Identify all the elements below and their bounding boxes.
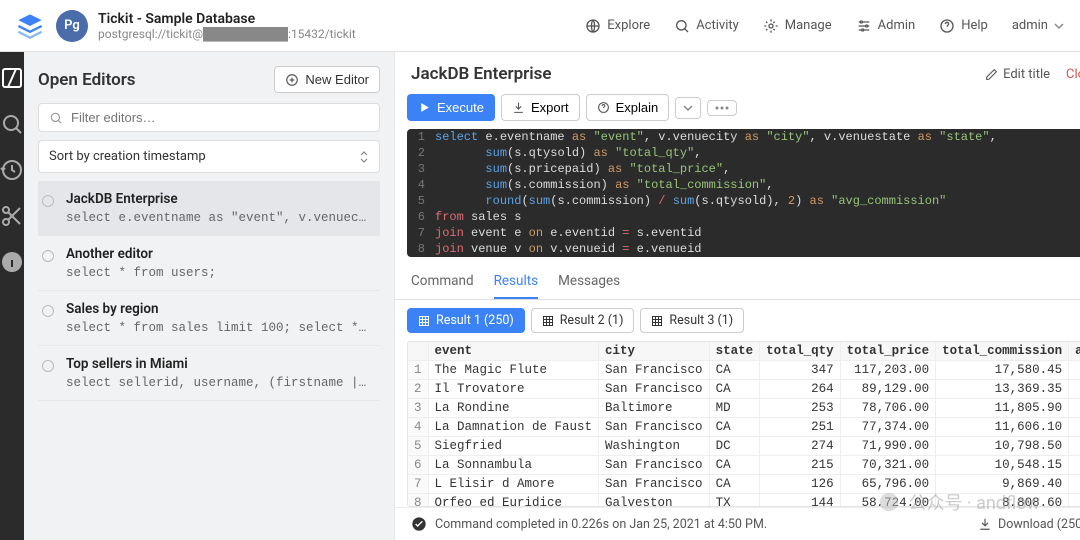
editor-list-item[interactable]: Sales by region select * from sales limi… [38,291,380,346]
column-header[interactable]: total_commission [936,342,1069,361]
filter-editors-input-wrap[interactable] [38,103,380,132]
download-icon [978,517,992,531]
close-editor-button[interactable]: Close [1066,67,1080,82]
table-icon [651,315,663,327]
rail-editors-icon[interactable] [0,66,24,90]
editor-item-name: Sales by region [66,301,372,317]
result-tab[interactable]: Result 2 (1) [531,308,635,333]
db-info: Tickit - Sample Database postgresql://ti… [98,11,356,41]
table-row[interactable]: 2 Il TrovatoreSan FranciscoCA 26489,129.… [408,380,1080,399]
tab-results[interactable]: Results [494,273,539,299]
table-icon [418,315,430,327]
editor-item-preview: select sellerid, username, (firstname ||… [66,376,372,390]
chevron-down-icon [683,103,693,113]
download-results-button[interactable]: Download (250 rows) [978,517,1080,532]
sql-editor[interactable]: 1select e.eventname as "event", v.venuec… [407,129,1080,257]
left-rail [0,52,24,540]
ellipsis-icon [715,106,729,110]
tab-messages[interactable]: Messages [558,273,620,299]
export-button[interactable]: Export [501,94,580,121]
row-number: 6 [408,456,428,475]
tab-command[interactable]: Command [411,273,474,299]
status-text: Command completed in 0.226s on Jan 25, 2… [435,517,767,532]
execute-button[interactable]: Execute [407,94,495,121]
rail-search-icon[interactable] [0,112,24,136]
editor-item-preview: select * from sales limit 100; select * … [66,321,372,335]
rail-scissors-icon[interactable] [0,204,24,228]
row-number: 8 [408,494,428,508]
search-icon [49,111,63,125]
row-number: 4 [408,418,428,437]
row-number: 7 [408,475,428,494]
table-row[interactable]: 3 La RondineBaltimoreMD 25378,706.0011,8… [408,399,1080,418]
rail-info-icon[interactable] [0,250,24,274]
editor-toolbar: Execute Export Explain [395,94,1080,129]
editor-item-name: Another editor [66,246,372,262]
db-title: Tickit - Sample Database [98,11,356,27]
column-header[interactable]: avg_c [1069,342,1080,361]
new-editor-button[interactable]: New Editor [274,66,380,93]
table-row[interactable]: 6 La SonnambulaSan FranciscoCA 21570,321… [408,456,1080,475]
status-bar: Command completed in 0.226s on Jan 25, 2… [395,507,1080,540]
success-check-icon [411,516,427,532]
editor-item-name: Top sellers in Miami [66,356,372,372]
table-row[interactable]: 5 SiegfriedWashingtonDC 27471,990.0010,7… [408,437,1080,456]
nav-help[interactable]: Help [939,18,988,34]
explain-dropdown-button[interactable] [675,97,701,119]
db-engine-badge: Pg [56,10,88,42]
column-header[interactable]: total_qty [760,342,841,361]
editor-list-item[interactable]: Another editor select * from users; [38,236,380,291]
editor-radio-icon [42,250,54,262]
column-header[interactable]: city [599,342,710,361]
sort-arrows-icon [359,151,369,163]
workspace: JackDB Enterprise Edit title Close Execu… [394,52,1080,540]
table-row[interactable]: 4 La Damnation de FaustSan FranciscoCA 2… [408,418,1080,437]
table-row[interactable]: 8 Orfeo ed EuridiceGalvestonTX 14458,724… [408,494,1080,508]
nav-explore[interactable]: Explore [585,18,650,34]
editor-item-preview: select * from users; [66,266,372,280]
nav-admin[interactable]: Admin [856,18,916,34]
output-tabs: Command Results Messages [395,263,1080,300]
editor-radio-icon [42,305,54,317]
table-row[interactable]: 7 L Elisir d AmoreSan FranciscoCA 12665,… [408,475,1080,494]
nav-manage[interactable]: Manage [763,18,832,34]
filter-editors-input[interactable] [71,110,369,125]
editors-panel: Open Editors New Editor Sort by creation… [24,52,394,540]
table-icon [542,315,554,327]
row-number: 5 [408,437,428,456]
editor-radio-icon [42,195,54,207]
editors-list: JackDB Enterprise select e.eventname as … [38,181,380,526]
app-logo-icon[interactable] [16,12,44,40]
editor-item-preview: select e.eventname as "event", v.venueci… [66,211,372,225]
result-tab[interactable]: Result 1 (250) [407,308,525,333]
sort-editors-select[interactable]: Sort by creation timestamp [38,140,380,173]
rail-history-icon[interactable] [0,158,24,182]
table-row[interactable]: 1 The Magic FluteSan FranciscoCA 347117,… [408,361,1080,380]
editor-item-name: JackDB Enterprise [66,191,372,207]
editor-title: JackDB Enterprise [411,64,552,84]
editors-panel-title: Open Editors [38,70,136,90]
results-grid[interactable]: eventcitystatetotal_qtytotal_pricetotal_… [407,341,1080,507]
column-header[interactable]: event [428,342,599,361]
column-header[interactable]: state [709,342,760,361]
user-menu[interactable]: admin [1012,18,1064,33]
db-connection-string: postgresql://tickit@██████████:15432/tic… [98,27,356,41]
topbar: Pg Tickit - Sample Database postgresql:/… [0,0,1080,52]
editor-list-item[interactable]: JackDB Enterprise select e.eventname as … [38,181,380,236]
row-number: 2 [408,380,428,399]
row-number: 3 [408,399,428,418]
result-tab[interactable]: Result 3 (1) [640,308,744,333]
explain-button[interactable]: Explain [586,94,670,121]
more-actions-button[interactable] [707,100,737,116]
row-number: 1 [408,361,428,380]
edit-title-button[interactable]: Edit title [985,67,1050,82]
nav-activity[interactable]: Activity [674,18,739,34]
column-header[interactable]: total_price [840,342,936,361]
result-set-tabs: Result 1 (250)Result 2 (1)Result 3 (1) [395,300,1080,341]
editor-list-item[interactable]: Top sellers in Miami select sellerid, us… [38,346,380,401]
editor-radio-icon [42,360,54,372]
